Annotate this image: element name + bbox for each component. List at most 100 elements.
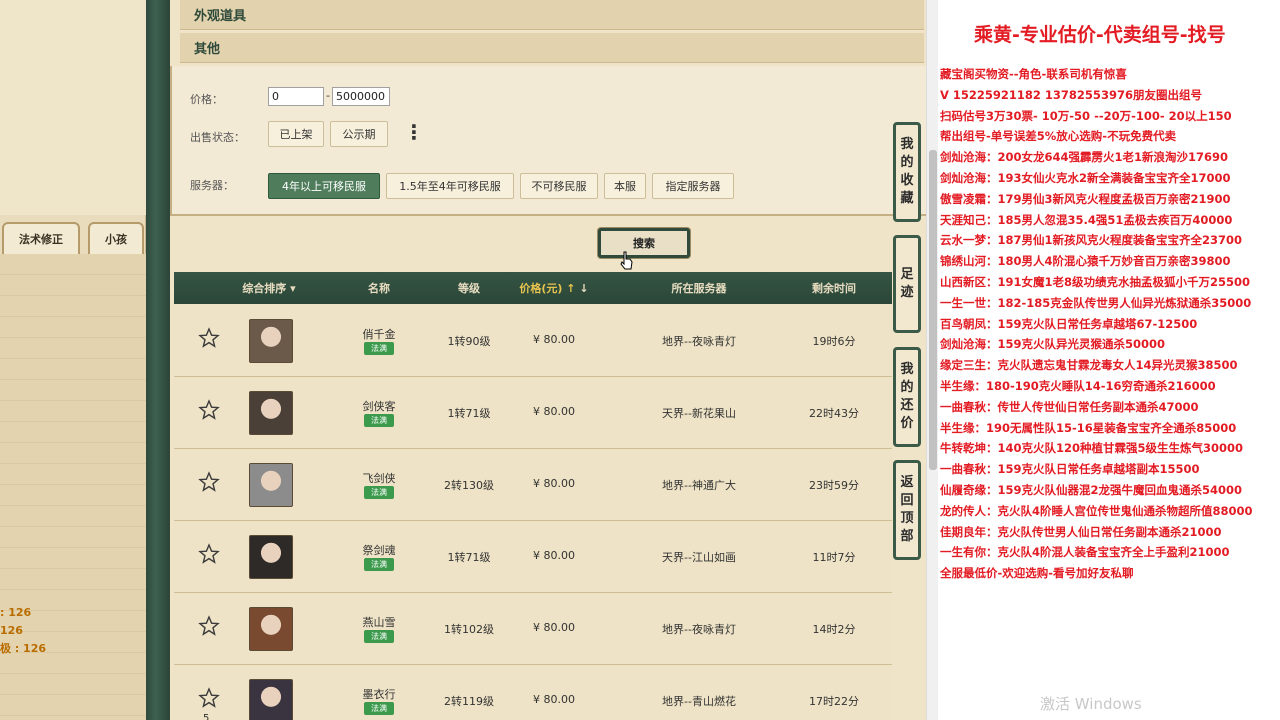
ad-line: 半生缘：190无属性队15-16星装备宝宝齐全通杀85000	[940, 420, 1237, 435]
table-row[interactable]: 剑侠客 法满 1转71级 ¥ 80.00 天界--新花果山 22时43分	[174, 377, 892, 449]
category-other[interactable]: 其他	[180, 33, 924, 63]
category-appearance-items[interactable]: 外观道具	[180, 0, 924, 30]
character-server: 天界--新花果山	[662, 407, 736, 420]
cursor-icon	[620, 251, 633, 270]
panel-divider	[146, 0, 170, 720]
ad-line: 剑灿沧海：159克火队异光灵猴通杀50000	[940, 337, 1166, 352]
ad-line: 天涯知己：185男人忽混35.4强51孟极去疾百万40000	[940, 212, 1233, 227]
character-name[interactable]: 墨衣行	[344, 686, 414, 702]
table-row[interactable]: 飞剑侠 法满 2转130级 ¥ 80.00 地界--神通广大 23时59分	[174, 449, 892, 521]
ad-line: 剑灿沧海：200女龙644强霹雳火1老1新浪淘沙17690	[940, 150, 1229, 165]
price-max-input[interactable]	[332, 87, 390, 106]
status-public-button[interactable]: 公示期	[330, 121, 388, 147]
character-avatar[interactable]	[249, 463, 293, 507]
left-panel: 法术修正 小孩 : 126 126 极 : 126	[0, 0, 146, 720]
character-name[interactable]: 燕山雪	[344, 614, 414, 630]
remaining-time: 22时43分	[809, 407, 859, 420]
character-price: ¥ 80.00	[533, 333, 575, 346]
character-avatar[interactable]	[249, 679, 293, 720]
server-specify-button[interactable]: 指定服务器	[652, 173, 734, 199]
character-level: 1转71级	[447, 551, 491, 564]
server-non-migrate-button[interactable]: 不可移民服	[520, 173, 598, 199]
server-label: 服务器：	[190, 179, 234, 192]
ad-line: 藏宝阁买物资--角色-联系司机有惊喜	[940, 67, 1127, 81]
character-server: 地界--青山燃花	[662, 695, 736, 708]
ad-line: 全服最低价-欢迎选购-看号加好友私聊	[940, 566, 1134, 581]
server-4yr-migrate-button[interactable]: 4年以上可移民服	[268, 173, 380, 199]
table-row[interactable]: 祭剑魂 法满 1转71级 ¥ 80.00 天界--江山如画 11时7分	[174, 521, 892, 593]
character-avatar[interactable]	[249, 319, 293, 363]
side-tab-back-to-top[interactable]: 返回顶部	[893, 460, 921, 560]
side-tab-footprint[interactable]: 足迹	[893, 235, 921, 333]
left-stat-3: 极 : 126	[0, 642, 47, 655]
character-server: 地界--夜咏青灯	[662, 623, 736, 636]
character-level: 2转130级	[444, 479, 494, 492]
price-label: 价格：	[190, 93, 223, 106]
favorite-star-icon[interactable]	[198, 687, 220, 709]
character-avatar[interactable]	[249, 607, 293, 651]
character-name[interactable]: 剑侠客	[344, 398, 414, 414]
ad-line: 缘定三生：克火队遗忘鬼甘霖龙毒女人14异光灵猴38500	[940, 358, 1238, 373]
left-stat-2: 126	[0, 624, 23, 637]
character-server: 天界--江山如画	[662, 551, 736, 564]
character-name[interactable]: 飞剑侠	[344, 470, 414, 486]
ad-line: 云水一梦：187男仙1新孩风克火程度装备宝宝齐全23700	[940, 233, 1243, 248]
ad-line: 一曲春秋：传世人传世仙日常任务副本通杀47000	[940, 399, 1199, 414]
favorite-star-icon[interactable]	[198, 327, 220, 349]
character-name[interactable]: 祭剑魂	[344, 542, 414, 558]
status-listed-button[interactable]: 已上架	[268, 121, 324, 147]
table-row[interactable]: 燕山雪 法满 1转102级 ¥ 80.00 地界--夜咏青灯 14时2分	[174, 593, 892, 665]
character-level: 1转71级	[447, 407, 491, 420]
table-row[interactable]: 墨衣行 法满 2转119级 ¥ 80.00 地界--青山燃花 17时22分 5	[174, 665, 892, 720]
server-this-button[interactable]: 本服	[604, 173, 646, 199]
ad-line: 龙的传人：克火队4阶睡人宫位传世鬼仙通杀物超所值88000	[940, 503, 1253, 518]
character-name[interactable]: 俏千金	[344, 326, 414, 342]
ad-line: 扫码估号3万30票- 10万-50 --20万-100- 20以上150	[940, 108, 1232, 123]
scrollbar-thumb[interactable]	[929, 150, 937, 470]
server-1-5-4yr-button[interactable]: 1.5年至4年可移民服	[386, 173, 514, 199]
side-tab-favorites[interactable]: 我的收藏	[893, 122, 921, 222]
ad-line: 百鸟朝凤：159克火队日常任务卓越塔67-12500	[940, 316, 1198, 331]
left-panel-top	[0, 0, 146, 215]
header-remaining-time: 剩余时间	[812, 282, 856, 295]
favorite-count: 5	[203, 713, 210, 720]
search-button[interactable]: 搜索	[598, 228, 690, 258]
favorite-star-icon[interactable]	[198, 399, 220, 421]
price-min-input[interactable]	[268, 87, 324, 106]
sort-comprehensive[interactable]: 综合排序 ▾	[224, 272, 314, 304]
tab-child[interactable]: 小孩	[88, 222, 144, 254]
tab-spell-correction[interactable]: 法术修正	[2, 222, 80, 254]
ad-line: 一生一世：182-185克金队传世男人仙异光炼狱通杀35000	[940, 295, 1252, 310]
favorite-star-icon[interactable]	[198, 543, 220, 565]
ad-line: 剑灿沧海：193女仙火克水2新全满装备宝宝齐全17000	[940, 171, 1231, 185]
character-avatar[interactable]	[249, 391, 293, 435]
price-dash: -	[326, 89, 330, 102]
favorite-star-icon[interactable]	[198, 615, 220, 637]
character-level: 2转119级	[444, 695, 494, 708]
character-price: ¥ 80.00	[533, 477, 575, 490]
status-badge: 法满	[364, 630, 394, 643]
character-level: 1转102级	[444, 623, 494, 636]
header-level: 等级	[458, 282, 480, 295]
status-badge: 法满	[364, 486, 394, 499]
remaining-time: 11时7分	[812, 551, 856, 564]
favorite-star-icon[interactable]	[198, 471, 220, 493]
ad-line: 一生有你：克火队4阶混人装备宝宝齐全上手盈利21000	[940, 545, 1230, 560]
table-row[interactable]: 俏千金 法满 1转90级 ¥ 80.00 地界--夜咏青灯 19时6分	[174, 305, 892, 377]
left-stat-1: : 126	[0, 606, 32, 619]
character-avatar[interactable]	[249, 535, 293, 579]
results-table-header: 综合排序 ▾ 名称 等级 价格(元) ↑ ↓ 所在服务器 剩余时间	[174, 272, 892, 304]
ad-line: 牛转乾坤：140克火队120种植甘霖强5级生生炼气30000	[940, 441, 1244, 456]
sale-status-label: 出售状态：	[190, 131, 245, 144]
ad-line: 帮出组号-单号误差5%放心选购-不玩免费代卖	[940, 129, 1177, 144]
ad-line: 山西新区：191女魔1老8级功绩克水抽孟极狐小千万25500	[940, 275, 1251, 289]
side-tab-my-bids[interactable]: 我的还价	[893, 347, 921, 447]
sort-price[interactable]: 价格(元) ↑ ↓	[504, 272, 604, 304]
filter-panel: 价格： - 出售状态： 已上架 公示期 ⋮ 服务器： 4年以上可移民服 1.5年…	[170, 66, 926, 216]
scrollbar[interactable]	[926, 0, 938, 720]
character-price: ¥ 80.00	[533, 549, 575, 562]
more-options-icon[interactable]: ⋮	[404, 122, 424, 142]
ad-line: 傲雪凌霜：179男仙3新风克火程度孟极百万亲密21900	[940, 191, 1231, 206]
character-price: ¥ 80.00	[533, 405, 575, 418]
character-server: 地界--神通广大	[662, 479, 736, 492]
